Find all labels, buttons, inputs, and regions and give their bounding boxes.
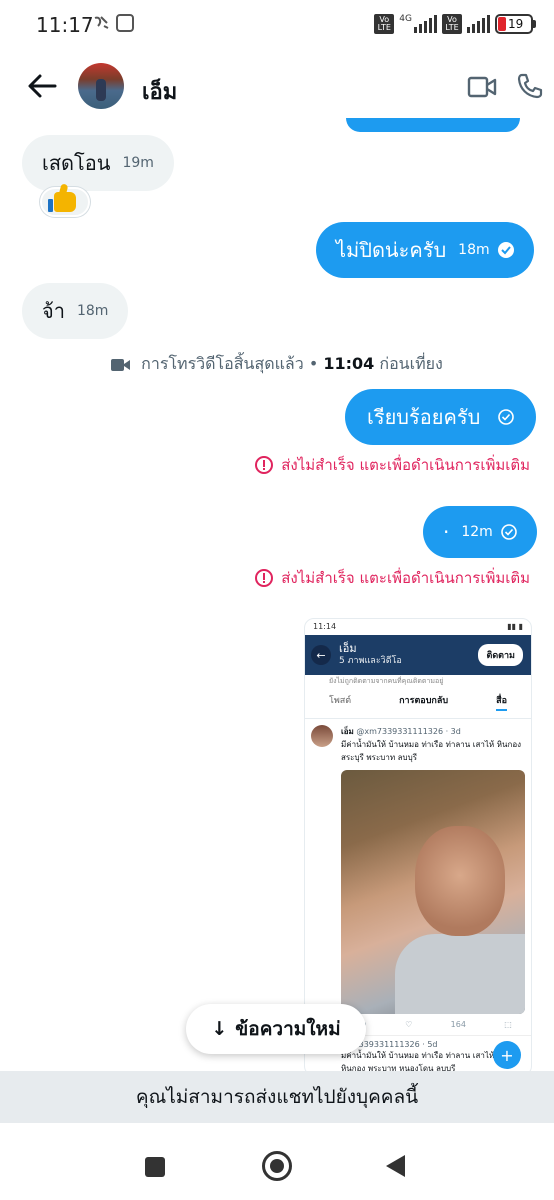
message-text: ·	[443, 520, 450, 544]
call-ended-notice: การโทรวิดีโอสิ้นสุดแล้ว • 11:04 ก่อนเที่…	[0, 352, 554, 377]
volte-badge-2: Vo LTE	[442, 14, 462, 34]
image-follow-button: ติดตาม	[478, 644, 523, 666]
cannot-send-banner: คุณไม่สามารถส่งแชทไปยังบุคคลนี้	[0, 1071, 554, 1123]
voice-call-button[interactable]	[510, 68, 550, 104]
system-back-button[interactable]	[386, 1155, 405, 1177]
video-call-button[interactable]	[462, 70, 502, 104]
message-time: 12m	[461, 524, 493, 540]
call-notice-time: 11:04	[323, 354, 375, 373]
image-post-name: เอ็ม	[341, 727, 354, 736]
image-post-views: 164	[450, 1020, 466, 1029]
phone-icon	[517, 73, 543, 99]
message-text: เสดโอน	[42, 151, 111, 175]
recents-button[interactable]	[145, 1157, 165, 1177]
message-time: 19m	[122, 155, 154, 171]
image-post-text: มีค่าน้ำมันให้ บ้านหมอ ท่าเรือ ท่าลาน เส…	[341, 740, 522, 762]
image-back-icon: ←	[311, 645, 331, 665]
send-failed-notice[interactable]: ส่งไม่สำเร็จ แตะเพื่อดำเนินการเพิ่มเติม	[255, 453, 530, 477]
image-status-time: 11:14	[313, 622, 337, 631]
message-text: เรียบร้อยครับ	[367, 405, 481, 429]
image-tabs: โพสต์ การตอบกลับ สื่อ	[305, 686, 531, 719]
call-notice-separator: •	[308, 354, 319, 373]
battery-icon: 19	[495, 14, 536, 34]
contact-name[interactable]: เอ็ม	[142, 74, 177, 109]
image-post: เอ็ม @xm7339331111326 · 3d มีค่าน้ำมันให…	[305, 719, 531, 764]
system-nav-bar	[0, 1124, 554, 1200]
error-text: ส่งไม่สำเร็จ แตะเพื่อดำเนินการเพิ่มเติม	[281, 456, 530, 474]
previous-message-bubble[interactable]	[346, 118, 520, 132]
back-button[interactable]	[22, 68, 62, 104]
status-right: Vo LTE 4G Vo LTE 19	[374, 14, 536, 34]
thumbs-up-icon	[48, 192, 76, 212]
reaction-badge[interactable]	[40, 187, 90, 217]
status-time: 11:17	[36, 13, 94, 37]
image-profile-header: ← เอ็ม 5 ภาพและวิดีโอ ติดตาม	[305, 635, 531, 675]
app-notification-icon	[116, 14, 134, 32]
message-bubble-incoming[interactable]: เสดโอน 19m	[22, 135, 174, 191]
battery-level: 19	[508, 17, 524, 31]
new-messages-button[interactable]: ↓ ข้อความใหม่	[186, 1004, 366, 1054]
status-left-icons	[92, 14, 134, 32]
message-text: ไม่ปิดน่ะครับ	[336, 238, 447, 262]
read-check-icon	[497, 242, 514, 258]
error-circle-icon	[255, 456, 274, 474]
chat-header: เอ็ม	[0, 50, 554, 126]
message-bubble-incoming[interactable]: จ้า 18m	[22, 283, 129, 339]
message-text: จ้า	[42, 299, 65, 323]
image-profile-name: เอ็ม	[339, 642, 357, 655]
volte-badge: Vo LTE	[374, 14, 395, 34]
message-time: 18m	[76, 303, 109, 319]
home-button[interactable]	[262, 1151, 292, 1181]
image-post-handle: @xm7339331111326 · 3d	[356, 727, 461, 736]
new-messages-label: ข้อความใหม่	[235, 1018, 341, 1040]
arrow-left-icon	[28, 74, 57, 98]
image-profile-sub: 5 ภาพและวิดีโอ	[339, 656, 402, 666]
sent-check-icon	[498, 409, 515, 425]
image-tab: การตอบกลับ	[399, 696, 449, 706]
avatar[interactable]	[78, 63, 124, 109]
error-circle-icon	[255, 569, 274, 587]
sent-check-icon	[501, 524, 517, 540]
message-bubble-outgoing[interactable]: · 12m	[423, 506, 537, 558]
arrow-down-icon: ↓	[211, 1018, 228, 1040]
cannot-send-text: คุณไม่สามารถส่งแชทไปยังบุคคลนี้	[135, 1086, 419, 1108]
signal-icon	[414, 15, 437, 33]
image-note: ยังไม่ถูกติดตามจากคนที่คุณติดตามอยู่	[329, 677, 444, 685]
status-bar: 11:17 Vo LTE 4G Vo LTE 19	[0, 0, 554, 50]
message-bubble-outgoing[interactable]: ไม่ปิดน่ะครับ 18m	[316, 222, 534, 278]
image-status-bar: 11:14 ▮▮ ▮	[313, 622, 523, 631]
image-tab: โพสต์	[329, 696, 352, 706]
video-camera-icon	[111, 358, 131, 371]
network-type: 4G	[399, 14, 412, 24]
image-post-photo	[341, 770, 525, 1014]
call-notice-suffix: ก่อนเที่ยง	[379, 354, 443, 373]
notification-icon	[94, 16, 109, 29]
message-time: 18m	[458, 242, 490, 258]
image-tab-active: สื่อ	[496, 693, 507, 711]
message-bubble-outgoing[interactable]: เรียบร้อยครับ	[345, 389, 537, 445]
send-failed-notice[interactable]: ส่งไม่สำเร็จ แตะเพื่อดำเนินการเพิ่มเติม	[255, 566, 530, 590]
image-compose-icon: +	[493, 1041, 521, 1069]
signal-icon-2	[467, 15, 490, 33]
error-text: ส่งไม่สำเร็จ แตะเพื่อดำเนินการเพิ่มเติม	[281, 569, 530, 587]
video-camera-icon	[467, 76, 497, 98]
call-notice-text: การโทรวิดีโอสิ้นสุดแล้ว	[141, 354, 304, 373]
image-post-avatar	[311, 725, 333, 747]
